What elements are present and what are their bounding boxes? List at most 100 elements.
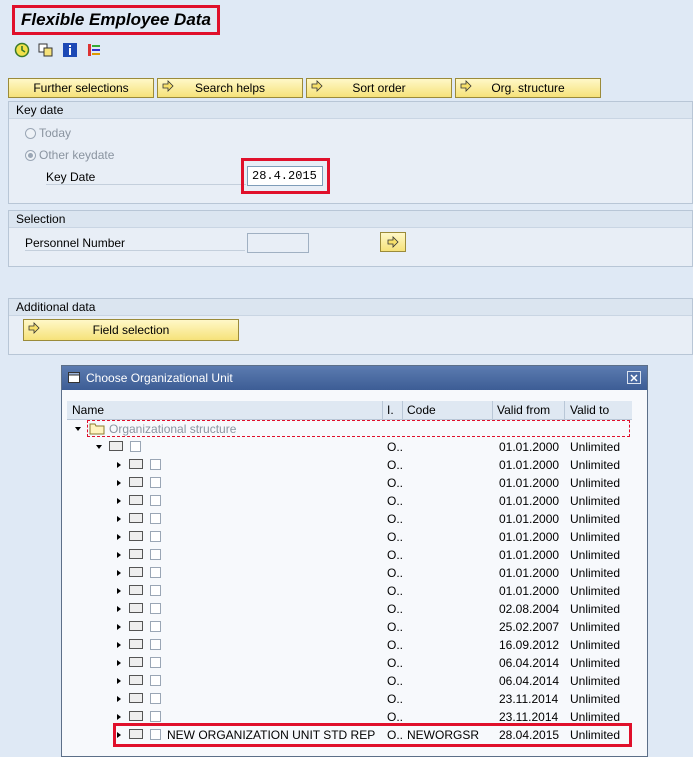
choose-org-unit-dialog: Choose Organizational Unit Name I. Code … — [61, 365, 648, 757]
column-i[interactable]: I. — [387, 403, 394, 417]
tree-row[interactable]: O.. 01.01.2000 Unlimited — [67, 438, 632, 456]
other-keydate-radio[interactable]: Other keydate — [25, 148, 114, 162]
expand-icon[interactable] — [117, 498, 121, 504]
org-unit-tree: Name I. Code Valid from Valid to Organiz… — [67, 401, 632, 747]
tree-row[interactable]: O.. 06.04.2014 Unlimited — [67, 672, 632, 690]
expand-icon[interactable] — [117, 480, 121, 486]
tree-row[interactable]: O.. 16.09.2012 Unlimited — [67, 636, 632, 654]
row-checkbox[interactable] — [150, 477, 161, 488]
row-checkbox[interactable] — [150, 603, 161, 614]
tree-row[interactable]: O.. 01.01.2000 Unlimited — [67, 564, 632, 582]
expand-icon[interactable] — [117, 660, 121, 666]
expand-icon[interactable] — [117, 678, 121, 684]
row-checkbox[interactable] — [130, 441, 141, 452]
org-unit-icon — [129, 531, 143, 541]
row-checkbox[interactable] — [150, 675, 161, 686]
org-unit-icon — [129, 459, 143, 469]
tree-header: Name I. Code Valid from Valid to — [67, 401, 632, 420]
row-checkbox[interactable] — [150, 567, 161, 578]
arrow-right-icon — [460, 80, 472, 92]
row-checkbox[interactable] — [150, 495, 161, 506]
column-valid-from[interactable]: Valid from — [497, 403, 550, 417]
radio-button[interactable] — [25, 127, 36, 139]
key-date-group: Key date Today Other keydate Key Date 28… — [8, 101, 693, 204]
today-radio[interactable]: Today — [25, 126, 71, 140]
dialog-title-bar: Choose Organizational Unit — [62, 366, 647, 390]
tree-root-row[interactable]: Organizational structure — [67, 420, 632, 438]
org-unit-icon — [129, 549, 143, 559]
org-structure-button[interactable]: Org. structure — [455, 78, 601, 98]
column-valid-to[interactable]: Valid to — [570, 403, 609, 417]
tree-row[interactable]: O.. 01.01.2000 Unlimited — [67, 492, 632, 510]
org-unit-icon — [129, 477, 143, 487]
expand-icon[interactable] — [117, 570, 121, 576]
tree-row[interactable]: O.. 02.08.2004 Unlimited — [67, 600, 632, 618]
row-checkbox[interactable] — [150, 621, 161, 632]
tree-row[interactable]: O.. 01.01.2000 Unlimited — [67, 582, 632, 600]
tree-row[interactable]: O.. 01.01.2000 Unlimited — [67, 546, 632, 564]
expand-icon[interactable] — [117, 588, 121, 594]
application-toolbar — [14, 42, 102, 60]
multiple-selection-button[interactable] — [380, 232, 406, 252]
collapse-icon[interactable] — [96, 445, 102, 449]
expand-icon[interactable] — [117, 516, 121, 522]
org-unit-icon — [129, 711, 143, 721]
key-date-group-title: Key date — [9, 102, 692, 119]
column-name[interactable]: Name — [72, 403, 104, 417]
org-unit-icon — [129, 639, 143, 649]
search-helps-button[interactable]: Search helps — [157, 78, 303, 98]
selection-tabs: Further selections Search helps Sort ord… — [8, 78, 601, 98]
dialog-title: Choose Organizational Unit — [86, 371, 233, 385]
expand-icon[interactable] — [117, 606, 121, 612]
org-unit-icon — [129, 621, 143, 631]
expand-icon[interactable] — [117, 534, 121, 540]
expand-icon[interactable] — [117, 642, 121, 648]
org-unit-icon — [129, 693, 143, 703]
expand-icon[interactable] — [117, 714, 121, 720]
selection-options-icon[interactable] — [86, 42, 102, 58]
field-selection-button[interactable]: Field selection — [23, 319, 239, 341]
tree-row[interactable]: O.. 25.02.2007 Unlimited — [67, 618, 632, 636]
row-checkbox[interactable] — [150, 657, 161, 668]
tree-row[interactable]: O.. 06.04.2014 Unlimited — [67, 654, 632, 672]
key-date-highlight — [241, 158, 330, 194]
row-checkbox[interactable] — [150, 639, 161, 650]
close-button[interactable] — [627, 371, 641, 384]
row-checkbox[interactable] — [150, 585, 161, 596]
expand-icon[interactable] — [117, 624, 121, 630]
sort-order-button[interactable]: Sort order — [306, 78, 452, 98]
copy-variant-icon[interactable] — [38, 42, 54, 58]
key-date-label: Key Date — [46, 170, 246, 185]
row-checkbox[interactable] — [150, 459, 161, 470]
expand-icon[interactable] — [117, 696, 121, 702]
row-checkbox[interactable] — [150, 513, 161, 524]
selection-group-title: Selection — [9, 211, 692, 228]
row-checkbox[interactable] — [150, 693, 161, 704]
info-icon[interactable] — [62, 42, 78, 58]
row-checkbox[interactable] — [150, 549, 161, 560]
org-unit-icon — [129, 513, 143, 523]
collapse-icon[interactable] — [75, 427, 81, 431]
org-unit-icon — [129, 585, 143, 595]
additional-data-group-title: Additional data — [9, 299, 692, 316]
execute-icon[interactable] — [14, 42, 30, 58]
tree-row[interactable]: O.. 23.11.2014 Unlimited — [67, 690, 632, 708]
expand-icon[interactable] — [117, 462, 121, 468]
expand-icon[interactable] — [117, 552, 121, 558]
tree-row[interactable]: O.. 01.01.2000 Unlimited — [67, 510, 632, 528]
radio-button-selected[interactable] — [25, 149, 36, 161]
column-code[interactable]: Code — [407, 403, 436, 417]
personnel-number-input[interactable] — [247, 233, 309, 253]
tree-row[interactable]: O.. 01.01.2000 Unlimited — [67, 528, 632, 546]
row-checkbox[interactable] — [150, 711, 161, 722]
row-checkbox[interactable] — [150, 531, 161, 542]
arrow-right-icon — [387, 236, 399, 248]
org-unit-icon — [129, 657, 143, 667]
page-title: Flexible Employee Data — [12, 5, 220, 35]
org-unit-icon — [109, 441, 123, 451]
tree-row[interactable]: O.. 01.01.2000 Unlimited — [67, 474, 632, 492]
close-icon — [630, 373, 638, 382]
further-selections-button[interactable]: Further selections — [8, 78, 154, 98]
tree-row[interactable]: O.. 01.01.2000 Unlimited — [67, 456, 632, 474]
tree-row-new-org-unit[interactable]: NEW ORGANIZATION UNIT STD REP O.. NEWORG… — [67, 723, 632, 747]
